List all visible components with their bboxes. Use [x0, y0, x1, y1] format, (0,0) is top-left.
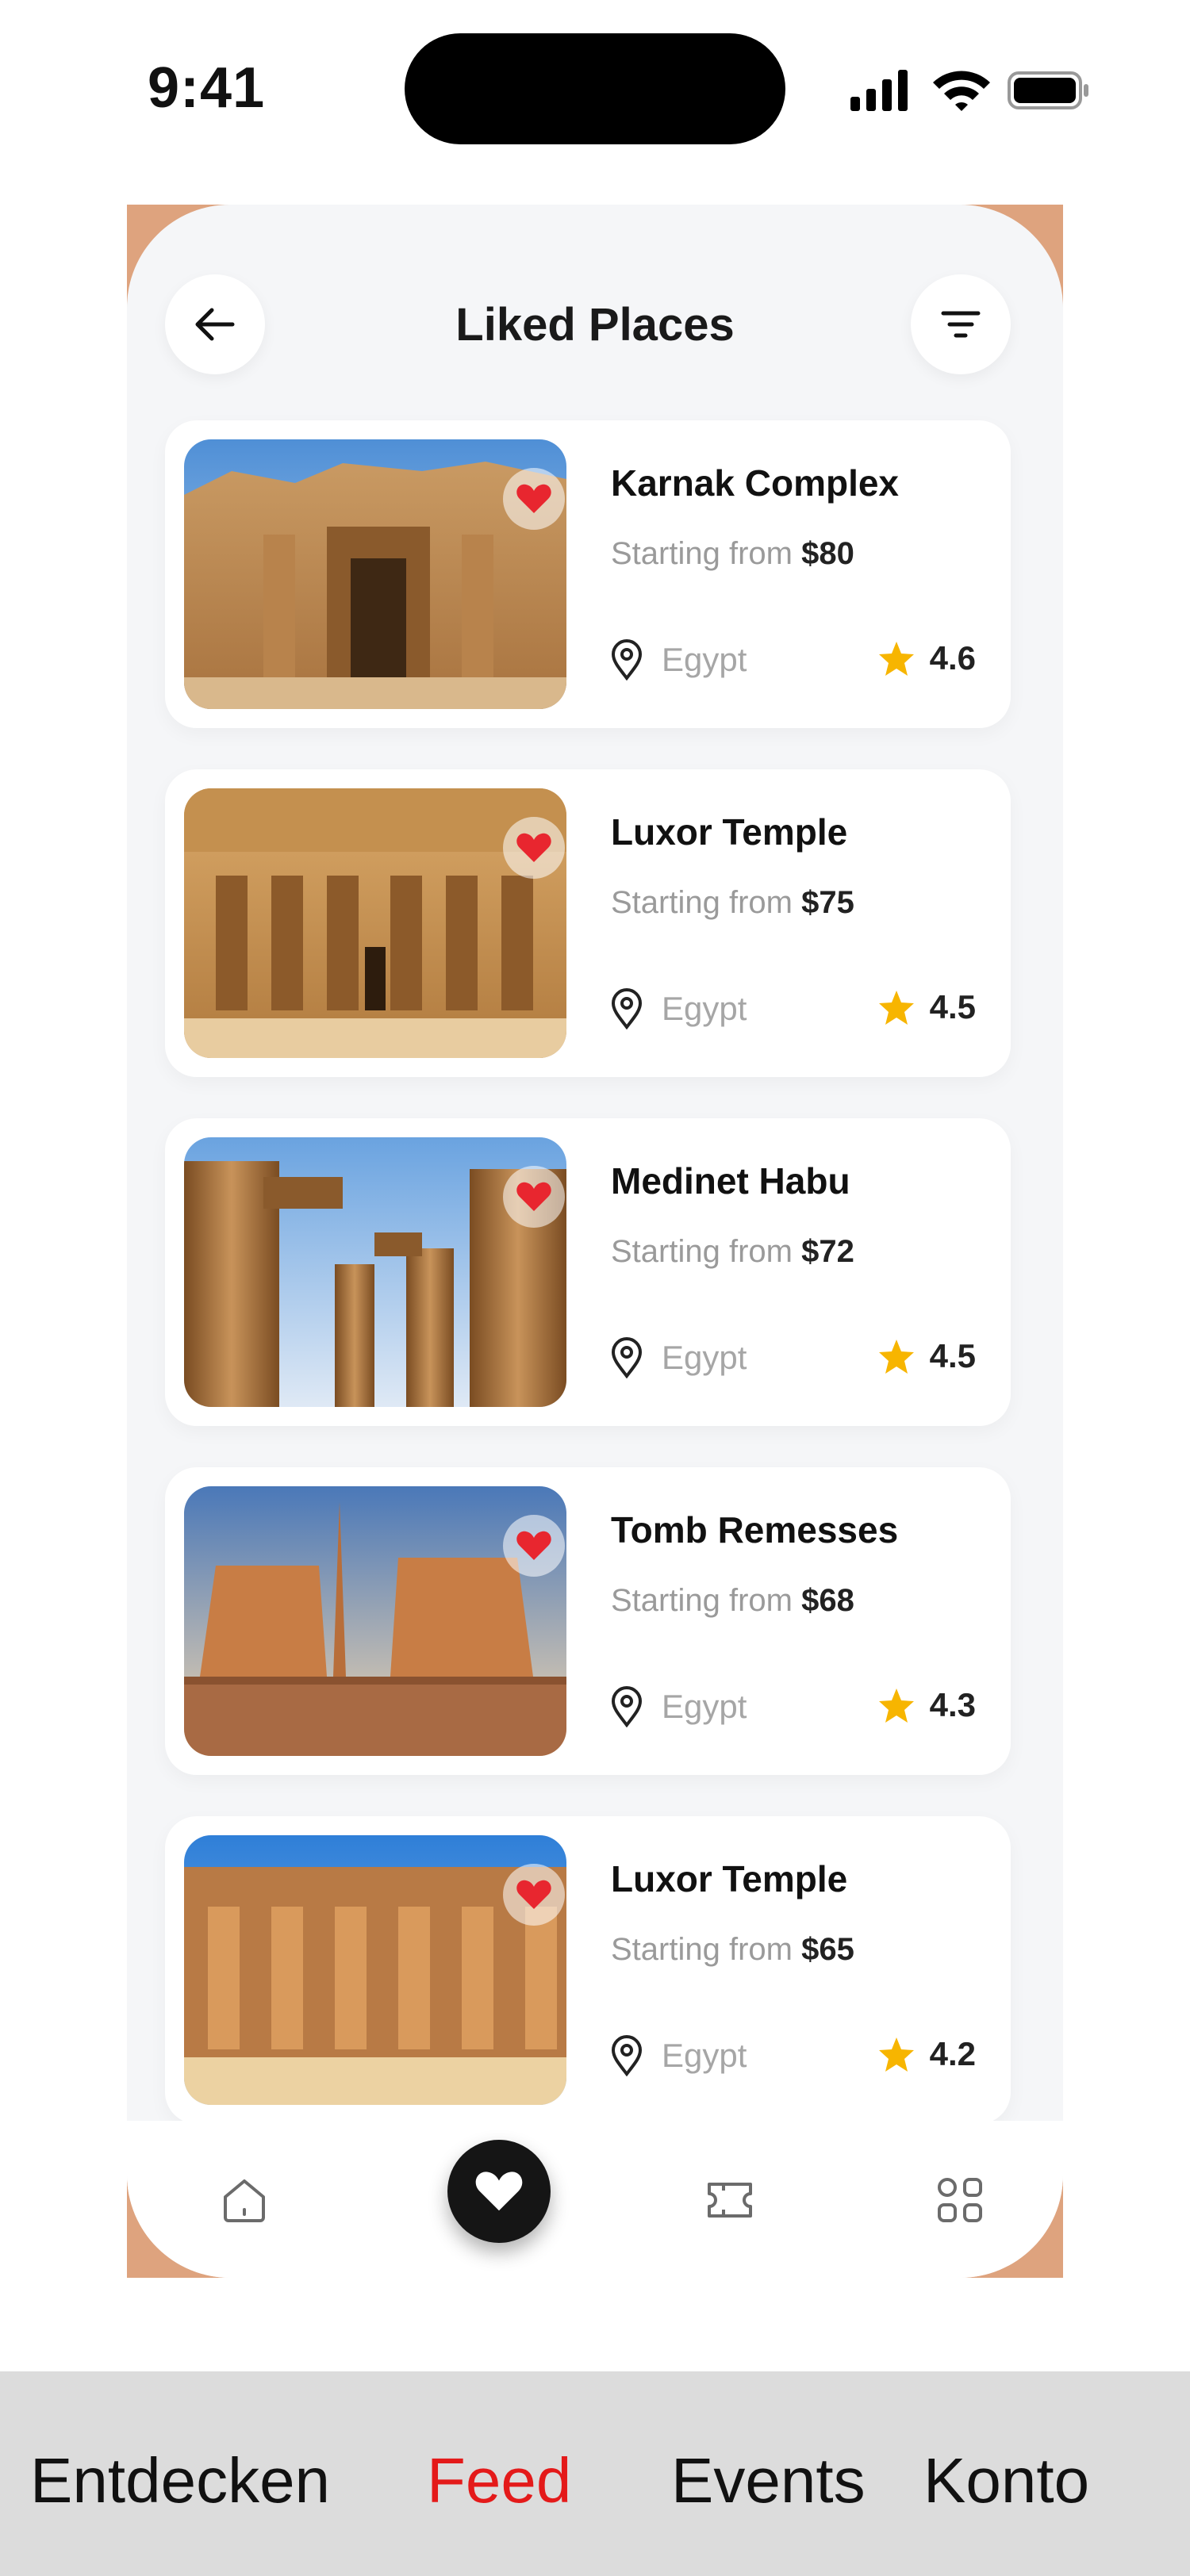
location-pin-icon: [611, 2035, 643, 2076]
place-card[interactable]: Karnak Complex Starting from $80 Egypt 4…: [165, 420, 1011, 728]
place-location: Egypt: [611, 988, 747, 1029]
location-pin-icon: [611, 1337, 643, 1378]
place-rating: 4.6: [877, 639, 976, 677]
heart-icon: [516, 484, 551, 513]
grid-icon: [938, 2178, 982, 2222]
star-icon: [878, 991, 914, 1025]
location-pin-icon: [611, 988, 643, 1029]
liked-badge[interactable]: [503, 1166, 565, 1228]
place-name: Luxor Temple: [611, 811, 848, 853]
ticket-icon: [708, 2183, 752, 2218]
system-tab-bar: Entdecken Feed Events Konto: [0, 2371, 1190, 2576]
place-name: Tomb Remesses: [611, 1509, 899, 1551]
heart-icon: [516, 1880, 551, 1909]
wifi-icon: [933, 71, 990, 111]
tab-feed[interactable]: Feed: [427, 2444, 571, 2517]
filter-button[interactable]: [911, 274, 1011, 374]
place-card[interactable]: Luxor Temple Starting from $65 Egypt 4.2: [165, 1816, 1011, 2124]
home-icon: [224, 2179, 265, 2222]
status-icons: [850, 70, 1088, 111]
nav-home[interactable]: [213, 2168, 276, 2232]
heart-icon: [475, 2172, 523, 2211]
heart-icon: [516, 833, 551, 862]
liked-badge[interactable]: [503, 1515, 565, 1577]
liked-badge[interactable]: [503, 817, 565, 879]
place-location: Egypt: [611, 1337, 747, 1378]
liked-badge[interactable]: [503, 468, 565, 530]
heart-icon: [516, 1182, 551, 1211]
place-location: Egypt: [611, 1686, 747, 1727]
battery-icon: [1008, 71, 1088, 109]
star-icon: [878, 1340, 914, 1374]
liked-badge[interactable]: [503, 1864, 565, 1926]
place-location: Egypt: [611, 639, 747, 680]
location-pin-icon: [611, 1686, 643, 1727]
place-image: [184, 788, 566, 1058]
liked-places-list: Karnak Complex Starting from $80 Egypt 4…: [165, 420, 1011, 2165]
place-card[interactable]: Medinet Habu Starting from $72 Egypt 4.5: [165, 1118, 1011, 1426]
place-rating: 4.3: [877, 1686, 976, 1724]
heart-icon: [516, 1531, 551, 1560]
place-image: [184, 1137, 566, 1407]
place-rating: 4.5: [877, 988, 976, 1026]
bottom-nav: [127, 2121, 1063, 2278]
place-card[interactable]: Luxor Temple Starting from $75 Egypt 4.5: [165, 769, 1011, 1077]
place-price: Starting from $75: [611, 885, 854, 920]
tab-konto[interactable]: Konto: [923, 2444, 1089, 2517]
place-price: Starting from $80: [611, 536, 854, 571]
place-name: Medinet Habu: [611, 1160, 850, 1202]
app-frame: Liked Places Karnak Complex Starting fro…: [127, 205, 1063, 2278]
filter-icon: [941, 311, 981, 338]
dynamic-island: [405, 33, 785, 144]
star-icon: [878, 1689, 914, 1723]
place-image: [184, 1486, 566, 1756]
place-price: Starting from $65: [611, 1932, 854, 1967]
star-icon: [878, 642, 914, 676]
place-image: [184, 439, 566, 709]
place-name: Karnak Complex: [611, 462, 900, 504]
signal-icon: [850, 70, 908, 111]
place-price: Starting from $72: [611, 1234, 854, 1269]
tab-events[interactable]: Events: [671, 2444, 866, 2517]
place-rating: 4.2: [877, 2035, 976, 2073]
nav-tickets[interactable]: [698, 2168, 762, 2232]
nav-more[interactable]: [928, 2168, 992, 2232]
tab-entdecken[interactable]: Entdecken: [30, 2444, 330, 2517]
nav-favorites[interactable]: [447, 2140, 551, 2243]
location-pin-icon: [611, 639, 643, 680]
place-image: [184, 1835, 566, 2105]
place-rating: 4.5: [877, 1337, 976, 1375]
place-card[interactable]: Tomb Remesses Starting from $68 Egypt 4.…: [165, 1467, 1011, 1775]
place-price: Starting from $68: [611, 1583, 854, 1618]
place-location: Egypt: [611, 2035, 747, 2076]
place-name: Luxor Temple: [611, 1858, 848, 1899]
status-time: 9:41: [148, 56, 266, 120]
star-icon: [878, 2037, 914, 2072]
